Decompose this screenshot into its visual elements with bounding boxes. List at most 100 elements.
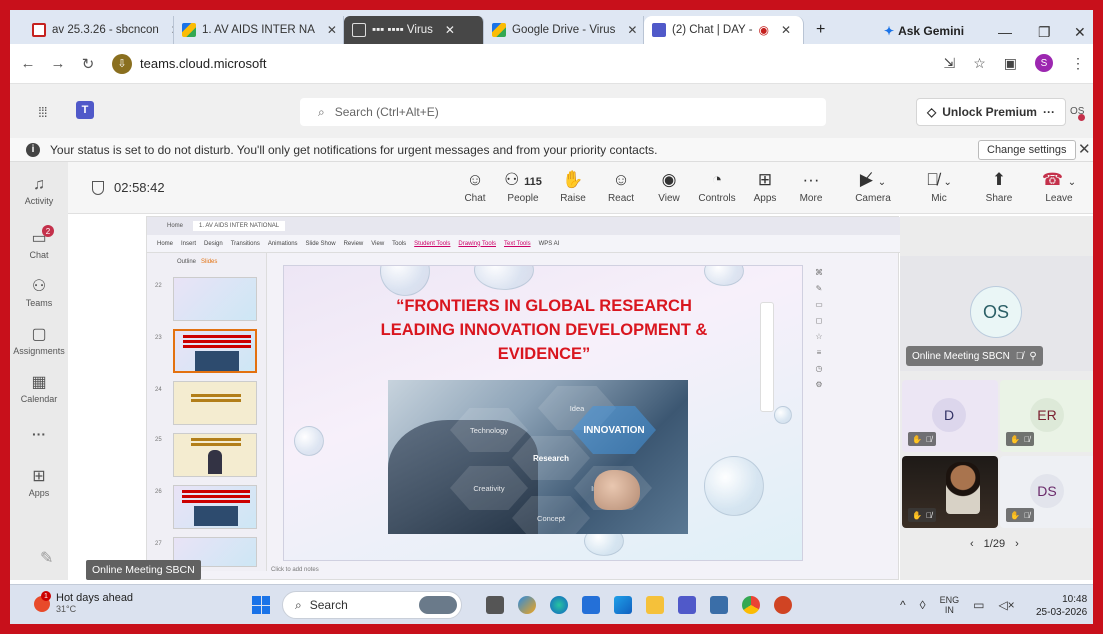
bubble-decoration — [474, 266, 534, 290]
participant-avatar: DS — [1030, 474, 1064, 508]
chevron-left-icon[interactable]: ‹ — [970, 538, 974, 550]
rail-label: Calendar — [20, 394, 58, 404]
change-settings-button[interactable]: Change settings — [978, 140, 1076, 160]
home-tab: Home — [167, 223, 184, 229]
address-bar-actions: ⇲ ☆ ▣ S ⋮ — [943, 54, 1085, 72]
profile-avatar[interactable]: S — [1035, 54, 1053, 72]
pin-icon[interactable]: ⚲ — [1029, 351, 1036, 362]
slide-quick-tools — [760, 302, 774, 412]
gemini-icon: ✦ — [884, 24, 895, 38]
browser-tab[interactable]: Google Drive - Virus ✕ — [484, 16, 644, 44]
menu-kebab-icon[interactable]: ⋮ — [1071, 55, 1085, 72]
language-label: ENG — [939, 595, 960, 605]
windows-start-icon[interactable] — [252, 596, 270, 614]
browser-tab[interactable]: ▪▪▪ ▪▪▪▪ Virus ✕ — [344, 16, 484, 44]
taskbar-search[interactable]: ⌕ Search — [282, 591, 462, 619]
close-window-button[interactable]: ✕ — [1074, 24, 1086, 41]
mic-off-icon: 🎙̸ — [1023, 434, 1030, 444]
control-label: Leave — [1045, 193, 1073, 204]
powerpoint-icon[interactable] — [774, 596, 792, 614]
close-icon[interactable]: ✕ — [781, 23, 791, 37]
dnd-banner: i Your status is set to do not disturb. … — [10, 138, 1093, 162]
rail-apps[interactable]: ⊞ Apps — [10, 466, 68, 498]
weather-icon: 1 — [34, 591, 51, 612]
hand-figure — [594, 470, 640, 510]
browser-tab-active[interactable]: (2) Chat | DAY - ◉ ✕ — [644, 16, 804, 44]
maximize-button[interactable]: ❐ — [1038, 24, 1051, 41]
raise-hand-button[interactable]: ✋ Raise — [548, 170, 598, 204]
photos-icon[interactable] — [614, 596, 632, 614]
app-launcher-icon[interactable]: ⁞⁞⁞ — [38, 104, 48, 120]
user-avatar[interactable]: OS — [1070, 106, 1085, 121]
ask-gemini-button[interactable]: ✦ Ask Gemini — [884, 24, 964, 38]
mic-button[interactable]: 🎙̸ ⌄ Mic — [914, 170, 964, 204]
taskbar-search-label: Search — [309, 598, 348, 612]
display-icon[interactable]: ▭ — [973, 598, 984, 612]
chevron-up-icon[interactable]: ^ — [900, 598, 906, 612]
share-button[interactable]: ⬆ Share — [974, 170, 1024, 204]
ribbon-item: Tools — [392, 240, 407, 247]
participant-tile[interactable]: D ✋ 🎙̸ — [902, 380, 998, 452]
chrome-icon[interactable] — [742, 596, 760, 614]
browser-tab[interactable]: av 25.3.26 - sbcncon ✕ — [24, 16, 174, 44]
people-button[interactable]: ⚇ 115 People — [498, 170, 548, 204]
rail-teams[interactable]: ⚇ Teams — [10, 276, 68, 308]
chevron-right-icon[interactable]: › — [1015, 538, 1019, 550]
timer-text: 02:58:42 — [114, 180, 165, 195]
participant-tile[interactable]: DS ✋ 🎙̸ — [1000, 456, 1093, 528]
slide-thumbnail — [173, 381, 257, 425]
bookmark-star-icon[interactable]: ☆ — [973, 55, 986, 72]
control-label: Controls — [698, 193, 736, 204]
search-input[interactable]: ⌕ Search (Ctrl+Alt+E) — [300, 98, 826, 126]
controls-button[interactable]: ◔ Controls — [692, 170, 742, 204]
teams-taskbar-icon[interactable] — [678, 596, 696, 614]
new-tab-button[interactable]: + — [804, 16, 837, 44]
browser-tab[interactable]: 1. AV AIDS INTER NA ✕ — [174, 16, 344, 44]
page-indicator: 1/29 — [983, 538, 1006, 550]
close-icon[interactable]: ✕ — [445, 23, 455, 37]
control-label: Share — [985, 193, 1013, 204]
participant-tile[interactable]: ER ✋ 🎙̸ — [1000, 380, 1093, 452]
camera-button[interactable]: ▶̸ ⌄ Camera — [848, 170, 898, 204]
more-icon[interactable]: ··· — [1043, 105, 1055, 119]
edge-icon[interactable] — [550, 596, 568, 614]
reload-icon[interactable]: ↻ — [76, 55, 100, 73]
rail-chat[interactable]: ▭ 2 Chat — [10, 225, 68, 260]
close-icon[interactable]: ✕ — [627, 23, 637, 37]
back-icon[interactable]: ← — [16, 55, 40, 72]
presenter-side-tools: ⌘ ✎ ▭ ◻ ☆ ≡ ◷ ⚙ — [815, 268, 823, 389]
more-button[interactable]: ··· More — [786, 170, 836, 204]
tab-label: ▪▪▪ ▪▪▪▪ Virus — [372, 24, 433, 36]
split-view-icon[interactable]: ▣ — [1004, 55, 1017, 72]
file-explorer-icon[interactable] — [646, 596, 664, 614]
weather-widget[interactable]: 1 Hot days ahead 31°C — [34, 591, 133, 615]
url-field[interactable]: ⇩ teams.cloud.microsoft — [112, 53, 266, 74]
minimize-button[interactable]: — — [998, 24, 1012, 40]
rail-calendar[interactable]: ▦ Calendar — [10, 372, 68, 404]
leave-button[interactable]: ☎ ⌄ Leave — [1034, 170, 1084, 204]
rail-assignments[interactable]: ▢ Assignments — [10, 324, 68, 356]
site-info-icon[interactable]: ⇩ — [112, 53, 132, 74]
app-icon[interactable] — [710, 596, 728, 614]
chat-button[interactable]: ☺ Chat — [450, 170, 500, 204]
unlock-premium-button[interactable]: ◇ Unlock Premium ··· — [916, 98, 1066, 126]
close-icon[interactable]: ✕ — [1078, 140, 1091, 158]
view-button[interactable]: ◉ View — [644, 170, 694, 204]
slides-tab: Slides — [201, 259, 218, 265]
install-app-icon[interactable]: ⇲ — [943, 55, 955, 72]
task-view-icon[interactable] — [486, 596, 504, 614]
forward-icon[interactable]: → — [46, 55, 70, 72]
widgets-icon[interactable] — [518, 596, 536, 614]
volume-icon[interactable]: ◁× — [998, 598, 1014, 612]
hand-icon: ✋ — [912, 434, 922, 444]
region-label: IN — [944, 605, 954, 615]
close-icon[interactable]: ✕ — [327, 23, 337, 37]
system-clock[interactable]: 10:48 25-03-2026 — [1036, 593, 1087, 619]
rail-more[interactable]: ··· — [10, 426, 68, 442]
apps-button[interactable]: ⊞ Apps — [740, 170, 790, 204]
language-indicator[interactable]: ENG IN — [940, 595, 960, 615]
react-button[interactable]: ☺ React — [596, 170, 646, 204]
participant-video-tile[interactable]: ✋ 🎙̸ — [902, 456, 998, 528]
rail-activity[interactable]: ♫ Activity — [10, 176, 68, 206]
store-icon[interactable] — [582, 596, 600, 614]
